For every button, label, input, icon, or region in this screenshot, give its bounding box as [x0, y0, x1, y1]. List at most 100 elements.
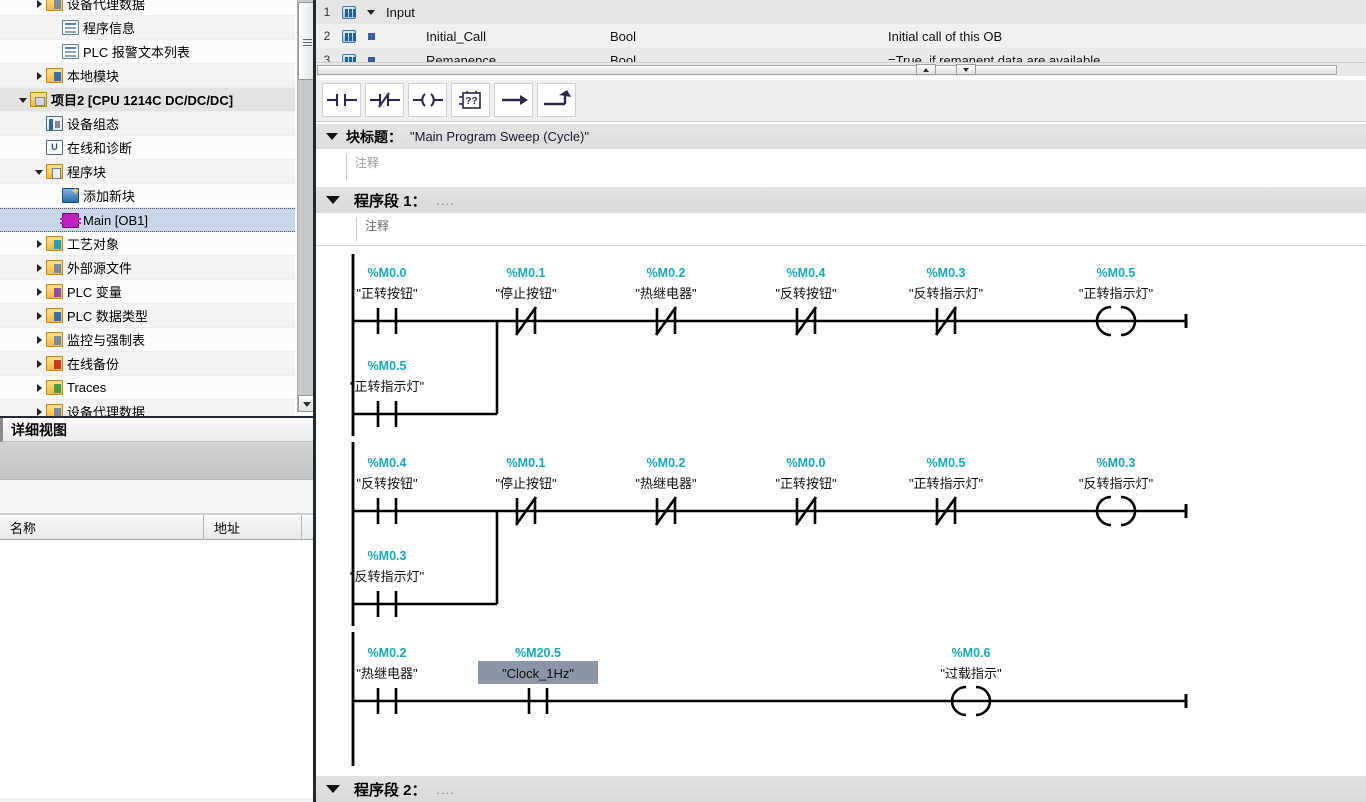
chevron-right-icon[interactable]	[34, 382, 46, 394]
chevron-right-icon[interactable]	[34, 286, 46, 298]
sidebar-item-label: Traces	[67, 380, 107, 395]
block-title-bar[interactable]: 块标题： "Main Program Sweep (Cycle)"	[316, 124, 1366, 150]
network-2-header[interactable]: 程序段 2： ....	[316, 775, 1366, 802]
sidebar-item-label: 添加新块	[83, 189, 136, 204]
network-1-collapse-icon[interactable]	[326, 196, 340, 204]
chevron-right-icon[interactable]	[34, 0, 46, 10]
element-name: "停止按钮"	[495, 476, 557, 491]
chevron-down-icon[interactable]	[18, 94, 30, 106]
network-2-dots: ....	[436, 781, 455, 797]
interface-scroll-down-button[interactable]	[956, 64, 976, 75]
close-branch-button[interactable]	[537, 83, 576, 117]
chevron-right-icon[interactable]	[34, 406, 46, 417]
chevron-right-icon[interactable]	[34, 310, 46, 322]
project-tree-region: 设备代理数据 程序信息 PLC 报警文本列表 本地模块 项目2 [CPU 1214C D…	[0, 0, 316, 418]
sidebar-item-0[interactable]: 设备代理数据	[0, 0, 295, 16]
interface-marker-cell	[360, 9, 382, 15]
rung-1-element-3[interactable]: %M0.4 "反转按钮"	[775, 266, 837, 336]
rung-2-element-3[interactable]: %M0.0 "正转按钮"	[775, 456, 837, 526]
sidebar-item-1[interactable]: 程序信息	[0, 16, 295, 40]
sidebar-item-9[interactable]: Main [OB1]	[0, 208, 295, 232]
rung-1-element-0[interactable]: %M0.0 "正转按钮"	[356, 266, 418, 334]
rung-2-element-1[interactable]: %M0.1 "停止按钮"	[495, 456, 557, 526]
folder-device-proxy-icon	[46, 404, 63, 416]
interface-row[interactable]: 2 Initial_Call Bool Initial call of this OB	[316, 24, 1366, 48]
element-name: "热继电器"	[356, 666, 418, 681]
rung-1-element-1[interactable]: %M0.1 "停止按钮"	[495, 266, 557, 336]
sidebar-item-8[interactable]: 添加新块	[0, 184, 295, 208]
rung-1-branch-0[interactable]: %M0.5 "正转指示灯"	[350, 359, 425, 427]
chevron-right-icon[interactable]	[34, 358, 46, 370]
rung-2-element-5[interactable]: %M0.3 "反转指示灯"	[1079, 456, 1154, 527]
sidebar-item-13[interactable]: PLC 数据类型	[0, 304, 295, 328]
sidebar-item-label: 设备组态	[67, 117, 120, 132]
chevron-right-icon[interactable]	[34, 262, 46, 274]
sidebar-item-14[interactable]: 监控与强制表	[0, 328, 295, 352]
chevron-right-icon[interactable]	[34, 238, 46, 250]
folder-online-backup-icon	[46, 356, 63, 371]
rung-3-element-2[interactable]: %M0.6 "过载指示"	[940, 646, 1002, 717]
rung-2-element-4[interactable]: %M0.5 "正转指示灯"	[909, 456, 984, 526]
interface-hscrollbar[interactable]	[316, 62, 1366, 76]
project-tree-list[interactable]: 设备代理数据 程序信息 PLC 报警文本列表 本地模块 项目2 [CPU 1214C D…	[0, 0, 295, 417]
interface-variable-comment[interactable]: Initial call of this OB	[888, 29, 1002, 44]
project-tree-panel: 设备代理数据 程序信息 PLC 报警文本列表 本地模块 项目2 [CPU 1214C D…	[0, 0, 316, 802]
element-address: %M0.0	[787, 456, 826, 470]
detail-column-name[interactable]: 名称	[0, 515, 204, 539]
rung-3[interactable]: %M0.2 "热继电器" %M20.5 "Clock_1Hz" %M0.6 "过载指示"	[351, 632, 1188, 766]
interface-scroll-up-button[interactable]	[916, 64, 936, 75]
interface-variable-name[interactable]: Initial_Call	[382, 29, 486, 44]
sidebar-item-label: Main [OB1]	[83, 212, 149, 228]
chevron-right-icon[interactable]	[34, 334, 46, 346]
element-name: "正转指示灯"	[1079, 286, 1154, 301]
element-name: "反转指示灯"	[909, 286, 984, 301]
rung-1-element-4[interactable]: %M0.3 "反转指示灯"	[909, 266, 984, 336]
folder-tech-objects-icon	[46, 236, 63, 251]
sidebar-item-10[interactable]: 工艺对象	[0, 232, 295, 256]
sidebar-item-3[interactable]: 本地模块	[0, 64, 295, 88]
element-name: "正转按钮"	[356, 286, 418, 301]
interface-row[interactable]: 1 Input	[316, 0, 1366, 24]
ladder-svg: %M0.0 "正转按钮" %M0.1 "停止按钮" %M0.2 "热继电器" %M0.4 "反…	[350, 254, 1188, 766]
tree-no-arrow	[50, 22, 62, 34]
sidebar-item-2[interactable]: PLC 报警文本列表	[0, 40, 295, 64]
sidebar-item-16[interactable]: Traces	[0, 376, 295, 400]
sidebar-item-11[interactable]: 外部源文件	[0, 256, 295, 280]
project-tree-scrollbar[interactable]	[297, 0, 315, 412]
detail-column-address[interactable]: 地址	[204, 515, 302, 539]
interface-variable-name[interactable]: Input	[382, 5, 415, 20]
interface-scroll-thumb[interactable]	[317, 65, 1337, 75]
chevron-right-icon[interactable]	[34, 70, 46, 82]
sidebar-item-17[interactable]: 设备代理数据	[0, 400, 295, 417]
ladder-diagram-canvas[interactable]: %M0.0 "正转按钮" %M0.1 "停止按钮" %M0.2 "热继电器" %M0.4 "反…	[316, 246, 1366, 774]
rung-1-element-5[interactable]: %M0.5 "正转指示灯"	[1079, 266, 1154, 337]
rung-2-element-2[interactable]: %M0.2 "热继电器"	[635, 456, 697, 526]
rung-1[interactable]: %M0.0 "正转按钮" %M0.1 "停止按钮" %M0.2 "热继电器" %M0.4 "反…	[350, 254, 1188, 436]
sidebar-item-5[interactable]: 设备组态	[0, 112, 295, 136]
no-contact-button[interactable]	[322, 83, 361, 117]
empty-box-button[interactable]: ??	[451, 83, 490, 117]
sidebar-item-15[interactable]: 在线备份	[0, 352, 295, 376]
coil-button[interactable]	[408, 83, 447, 117]
sidebar-item-12[interactable]: PLC 变量	[0, 280, 295, 304]
sidebar-item-7[interactable]: 程序块	[0, 160, 295, 184]
nc-contact-button[interactable]	[365, 83, 404, 117]
sidebar-item-4[interactable]: 项目2 [CPU 1214C DC/DC/DC]	[0, 88, 295, 112]
rung-3-element-0[interactable]: %M0.2 "热继电器"	[356, 646, 418, 714]
rung-2[interactable]: %M0.4 "反转按钮" %M0.1 "停止按钮" %M0.2 "热继电器" %M0.0 "正…	[350, 442, 1188, 626]
collapse-triangle-icon[interactable]	[326, 133, 338, 140]
expand-triangle-icon[interactable]	[367, 9, 375, 15]
open-branch-button[interactable]	[494, 83, 533, 117]
chevron-down-icon[interactable]	[34, 166, 46, 178]
sidebar-item-6[interactable]: U 在线和诊断	[0, 136, 295, 160]
network-2-collapse-icon[interactable]	[326, 785, 340, 793]
rung-2-branch-0[interactable]: %M0.3 "反转指示灯"	[350, 549, 425, 617]
rung-1-element-2[interactable]: %M0.2 "热继电器"	[635, 266, 697, 336]
element-name: "热继电器"	[635, 476, 697, 491]
network-1-header[interactable]: 程序段 1： ....	[316, 187, 1366, 213]
rung-2-element-0[interactable]: %M0.4 "反转按钮"	[356, 456, 418, 524]
network-1-comment-area[interactable]: 注释	[316, 213, 1366, 246]
interface-variable-type[interactable]: Bool	[610, 29, 636, 44]
rung-3-element-1[interactable]: %M20.5 "Clock_1Hz"	[478, 646, 598, 714]
block-comment-area[interactable]: 注释	[316, 150, 1366, 186]
